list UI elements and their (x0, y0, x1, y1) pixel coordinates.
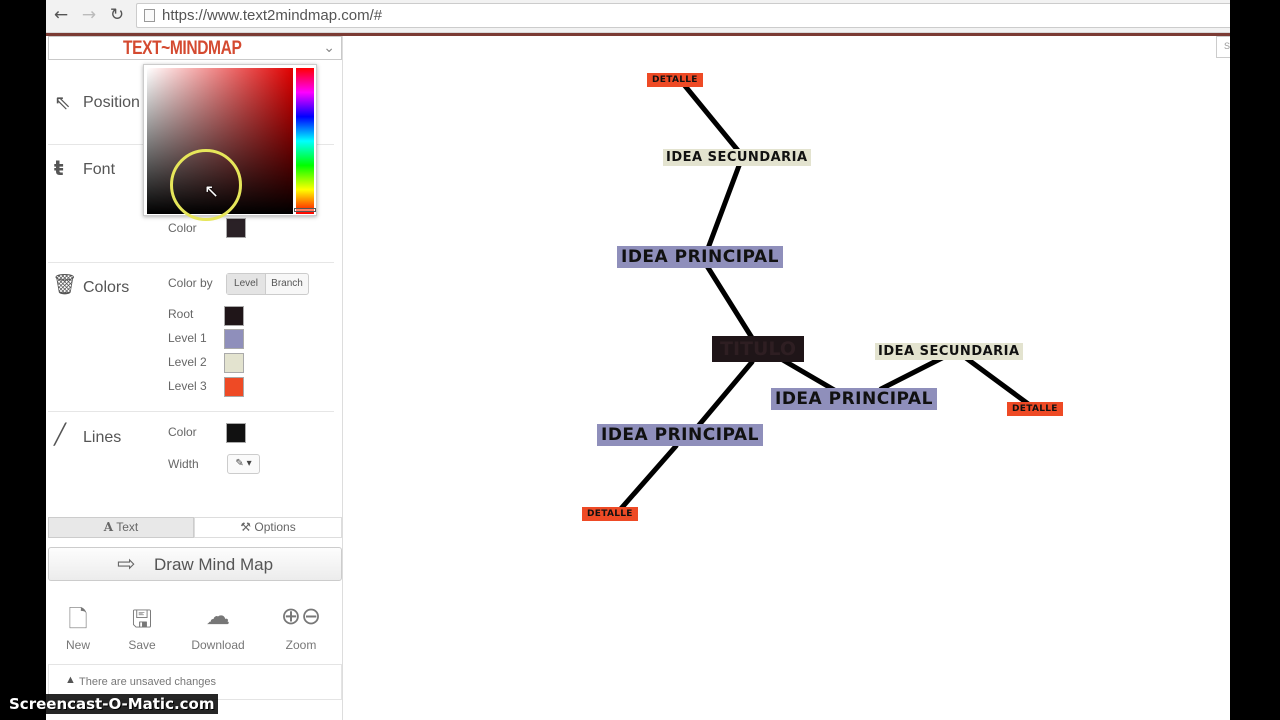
tab-text[interactable]: A Text (48, 517, 194, 538)
font-color-label: Color (168, 221, 197, 235)
color-by-level-button[interactable]: Level (227, 274, 266, 294)
download-label: Download (191, 638, 245, 652)
level2-color-swatch[interactable] (224, 353, 244, 373)
forward-icon[interactable]: → (77, 4, 101, 26)
hue-slider[interactable] (296, 68, 314, 214)
node-detalle[interactable]: DETALLE (582, 507, 638, 521)
app-logo: TEXT~MINDMAP (123, 38, 242, 59)
level-label-2: Level 2 (168, 355, 207, 369)
lines-width-dropdown[interactable]: ✎ ▾ (227, 454, 260, 474)
node-idea-principal[interactable]: IDEA PRINCIPAL (597, 424, 763, 446)
color-by-toggle: Level Branch (226, 273, 309, 295)
warning-icon: ▲ (65, 674, 76, 686)
color-picker-popup: ↖ (143, 64, 317, 221)
new-label: New (65, 638, 90, 652)
arrow-right-icon: ⇨ (117, 552, 136, 577)
font-color-swatch[interactable] (226, 218, 246, 238)
color-by-label: Color by (168, 276, 213, 290)
connector-line (704, 160, 743, 254)
download-button[interactable]: ☁ Download (188, 602, 248, 652)
section-font[interactable]: Font (83, 161, 115, 179)
page-icon (144, 9, 155, 22)
node-detalle[interactable]: DETALLE (647, 73, 703, 87)
lines-color-label: Color (168, 425, 197, 439)
node-idea-principal[interactable]: IDEA PRINCIPAL (617, 246, 783, 268)
new-button[interactable]: 🗋 New (48, 602, 108, 652)
connector-line (615, 443, 679, 515)
line-icon: ╱ (54, 422, 67, 446)
tab-options-label: Options (254, 520, 296, 534)
level-label-root: Root (168, 307, 194, 321)
hue-slider-handle[interactable] (294, 208, 316, 212)
options-sidebar: TEXT~MINDMAP ⌄ ⇖ Position ŧ Font Color 🗑… (46, 36, 343, 720)
lines-color-swatch[interactable] (226, 423, 246, 443)
divider (48, 262, 334, 263)
node-root-titulo[interactable]: TITULO (712, 336, 804, 362)
lines-width-label: Width (168, 457, 199, 471)
level-label-1: Level 1 (168, 331, 207, 345)
recording-watermark: Screencast-O-Matic.com (6, 694, 218, 714)
node-idea-principal[interactable]: IDEA PRINCIPAL (771, 388, 937, 410)
level-label-3: Level 3 (168, 379, 207, 393)
cursor-icon: ⇖ (54, 90, 71, 114)
level1-color-swatch[interactable] (224, 329, 244, 349)
text-icon: A (103, 520, 114, 534)
draw-mind-map-button[interactable]: ⇨ Draw Mind Map (48, 547, 342, 581)
save-icon: 🖫 (131, 605, 153, 633)
unsaved-changes-text: There are unsaved changes (79, 676, 216, 688)
right-panel-tab[interactable]: S (1216, 36, 1230, 58)
download-icon: ☁ (206, 602, 230, 630)
browser-toolbar: ← → ↻ https://www.text2mindmap.com/# (46, 0, 1230, 33)
browser-window: ← → ↻ https://www.text2mindmap.com/# DET… (46, 0, 1230, 720)
font-icon: ŧ (54, 156, 64, 180)
paint-bucket-icon: 🗑 (52, 272, 78, 296)
node-detalle[interactable]: DETALLE (1007, 402, 1063, 416)
address-text[interactable]: https://www.text2mindmap.com/# (162, 7, 382, 24)
node-idea-secundaria[interactable]: IDEA SECUNDARIA (663, 149, 811, 166)
zoom-button[interactable]: ⊕⊖ Zoom (271, 602, 331, 652)
video-letterbox-left (0, 0, 46, 720)
save-label: Save (128, 638, 156, 652)
zoom-label: Zoom (285, 638, 317, 652)
node-idea-secundaria[interactable]: IDEA SECUNDARIA (875, 343, 1023, 360)
zoom-icon: ⊕⊖ (280, 602, 322, 630)
level3-color-swatch[interactable] (224, 377, 244, 397)
section-lines[interactable]: Lines (83, 429, 121, 447)
wrench-icon: ⚒ (240, 520, 252, 534)
section-colors[interactable]: Colors (83, 279, 129, 297)
address-bar[interactable]: https://www.text2mindmap.com/# (136, 3, 1230, 28)
save-button[interactable]: 🖫 Save (112, 602, 172, 652)
connector-line (963, 355, 1034, 409)
tab-text-label: Text (116, 520, 139, 534)
connector-line (878, 353, 949, 392)
mouse-cursor-icon: ↖ (204, 181, 220, 202)
back-icon[interactable]: ← (49, 4, 73, 26)
tab-options[interactable]: ⚒ Options (194, 517, 342, 538)
root-color-swatch[interactable] (224, 306, 244, 326)
logo-dropdown[interactable]: TEXT~MINDMAP ⌄ (48, 36, 342, 60)
chevron-down-icon[interactable]: ⌄ (323, 39, 335, 56)
connector-line (678, 78, 743, 156)
connector-line (691, 359, 755, 434)
divider (48, 411, 334, 412)
reload-icon[interactable]: ↻ (105, 4, 129, 26)
video-letterbox-right (1230, 0, 1280, 720)
draw-mind-map-label: Draw Mind Map (154, 555, 274, 574)
color-by-branch-button[interactable]: Branch (266, 274, 308, 294)
file-icon: 🗋 (68, 605, 88, 633)
connector-line (704, 263, 757, 344)
section-position[interactable]: Position (83, 94, 140, 112)
